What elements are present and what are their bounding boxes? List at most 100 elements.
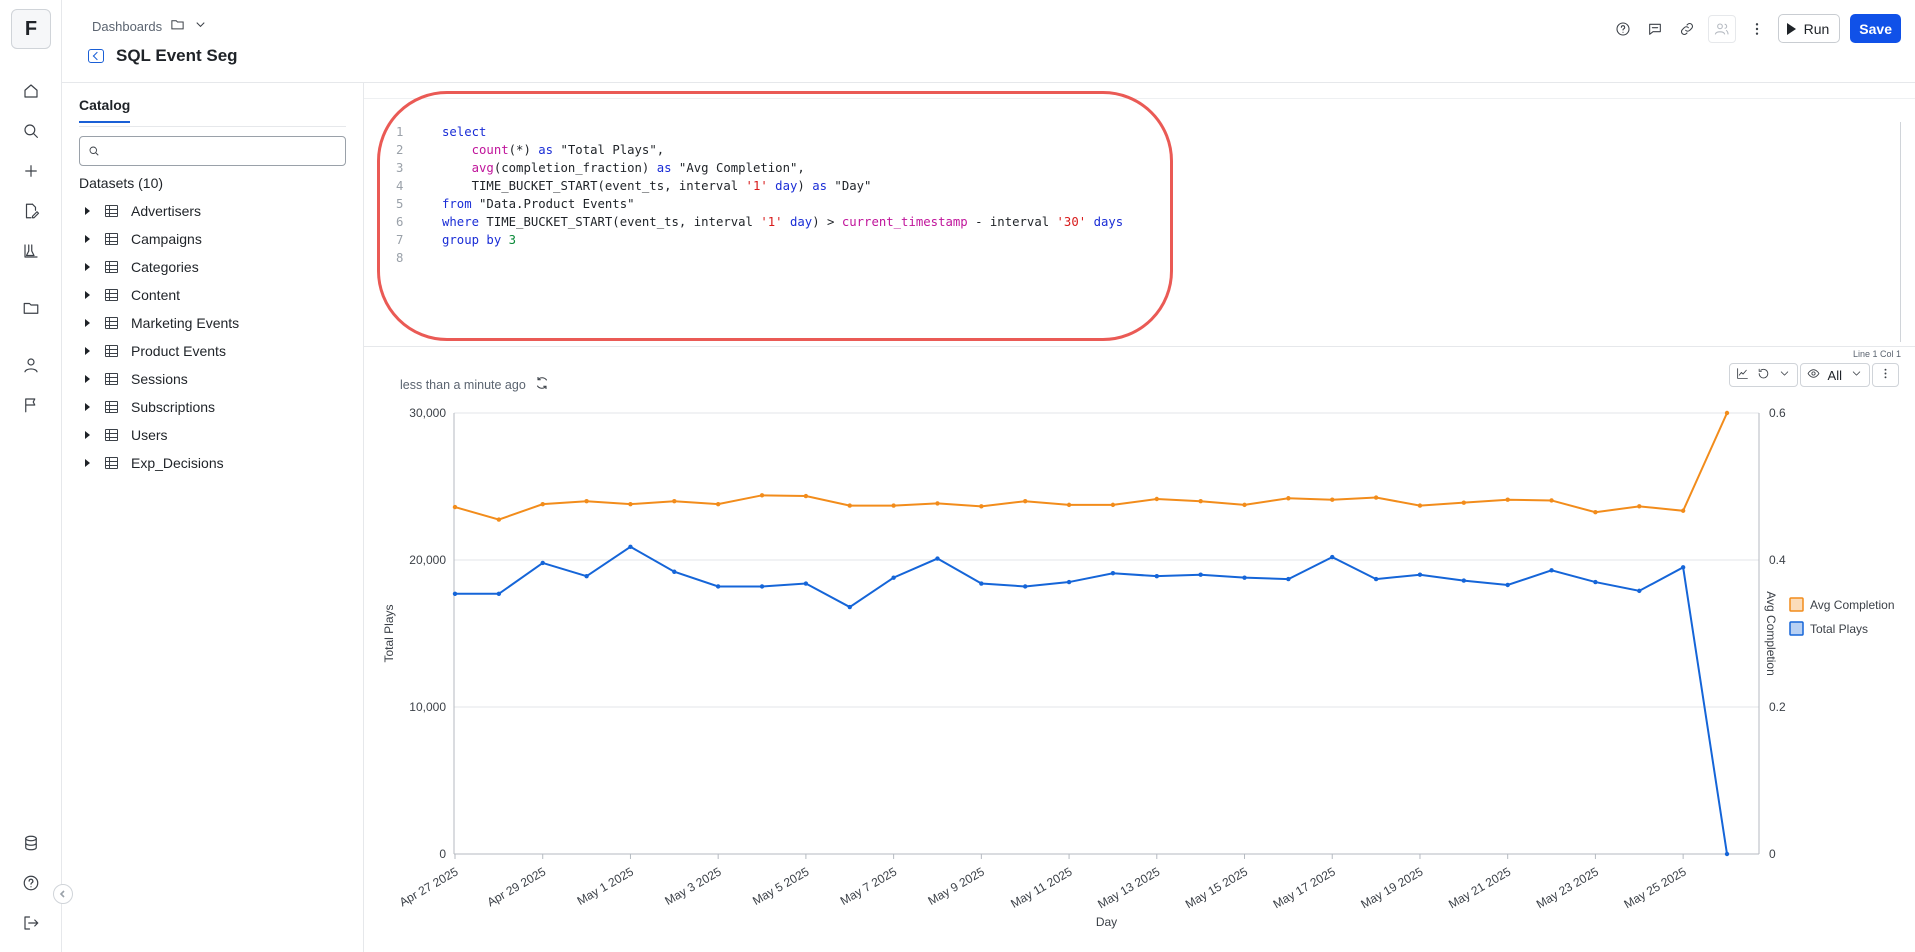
home-icon[interactable] [19,79,43,103]
total-plays-point [1549,568,1554,573]
total-plays-point [1637,588,1642,594]
line-number: 2 [396,143,404,157]
dataset-item[interactable]: Campaigns [79,225,346,253]
chevron-down-icon[interactable] [193,17,208,35]
edit-doc-icon[interactable] [19,199,43,223]
code-token: group by [442,233,502,247]
legend-label: Total Plays [1810,622,1868,636]
run-button[interactable]: Run [1777,14,1841,43]
editor-scrollbar[interactable] [1900,122,1901,342]
table-icon [105,457,118,469]
dataset-item[interactable]: Marketing Events [79,309,346,337]
plus-icon[interactable] [19,159,43,183]
total-plays-point [1373,576,1379,582]
code-line[interactable]: 6 where TIME_BUCKET_START(event_ts, inter… [396,213,1123,231]
run-label: Run [1803,20,1830,37]
code-token: where [442,215,480,229]
code-token: avg [471,161,494,175]
dataset-item[interactable]: Product Events [79,337,346,365]
table-icon [105,317,118,329]
total-plays-point [672,569,677,574]
dataset-item[interactable]: Advertisers [79,197,346,225]
catalog-search-input[interactable] [106,143,336,159]
x-tick-label: May 11 2025 [1008,864,1075,911]
dataset-item[interactable]: Categories [79,253,346,281]
line-number: 1 [396,125,404,139]
total-plays-point [540,560,545,566]
total-plays-point [584,573,589,579]
dataset-item[interactable]: Content [79,281,346,309]
avg-completion-point [1198,499,1203,504]
dataset-item[interactable]: Exp_Decisions [79,449,346,477]
code-area[interactable]: 1 select 2 count (*) as "Total Plays", 3 avg… [396,123,1123,267]
tab-catalog[interactable]: Catalog [79,97,131,123]
dataset-item[interactable]: Sessions [79,365,346,393]
expand-caret-icon[interactable] [85,263,90,271]
y-right-axis-label: Avg Completion [1764,591,1778,676]
expand-caret-icon[interactable] [85,431,90,439]
code-line[interactable]: 4 TIME_BUCKET_START(event_ts, interval '… [396,177,1123,195]
code-token: '1' [745,179,768,193]
expand-caret-icon[interactable] [85,291,90,299]
share-users-icon[interactable] [1707,14,1736,43]
total-plays-point [1417,572,1423,577]
total-plays-point [891,575,896,580]
x-tick-label: May 1 2025 [575,864,637,908]
total-plays-point [715,584,721,589]
save-button[interactable]: Save [1850,14,1901,43]
x-tick-label: Apr 27 2025 [397,864,461,909]
help-icon[interactable] [1612,15,1634,43]
page-title[interactable]: SQL Event Seg [116,46,238,66]
expand-caret-icon[interactable] [85,347,90,355]
avg-completion-point [935,501,940,506]
logout-icon[interactable] [19,911,43,935]
avg-completion-point [452,504,458,510]
code-line[interactable]: 7 group by 3 [396,231,1123,249]
y-right-tick-label: 0 [1769,847,1776,861]
expand-caret-icon[interactable] [85,403,90,411]
catalog-search[interactable] [79,136,346,166]
help-icon[interactable] [19,871,43,895]
total-plays-point [1680,565,1686,570]
comment-icon[interactable] [1644,15,1666,43]
top-bar: Dashboards SQL Event Seg Run Save [62,0,1915,83]
dataset-item[interactable]: Users [79,421,346,449]
x-tick-label: May 7 2025 [838,864,900,908]
results-panel: less than a minute ago All 0 10,000 20,000… [364,347,1915,952]
dataset-item[interactable]: Subscriptions [79,393,346,421]
code-token: as [656,161,672,175]
code-line[interactable]: 2 count (*) as "Total Plays", [396,141,1123,159]
line-number: 6 [396,215,404,229]
breadcrumb-dashboards[interactable]: Dashboards [92,19,162,34]
database-icon[interactable] [19,831,43,855]
code-line[interactable]: 3 avg (completion_fraction) as "Avg Compl… [396,159,1123,177]
expand-caret-icon[interactable] [85,319,90,327]
more-vertical-icon[interactable] [1746,15,1768,43]
expand-caret-icon[interactable] [85,235,90,243]
x-tick-label: May 3 2025 [662,864,724,908]
dataset-name: Content [131,287,181,303]
avg-completion-point [979,504,984,509]
search-icon[interactable] [19,119,43,143]
expand-caret-icon[interactable] [85,375,90,383]
total-plays-point [1330,554,1335,560]
app-logo[interactable]: F [11,9,51,49]
table-icon [105,429,118,441]
dataset-name: Campaigns [131,231,202,247]
expand-caret-icon[interactable] [85,207,90,215]
folder-icon[interactable] [19,296,43,320]
avg-completion-point [1242,502,1247,508]
sql-editor[interactable]: 1 select 2 count (*) as "Total Plays", 3 avg… [364,83,1915,359]
expand-caret-icon[interactable] [85,459,90,467]
code-token: from [442,197,472,211]
lab-icon[interactable] [19,239,43,263]
flag-icon[interactable] [19,393,43,417]
code-line[interactable]: 5 from "Data.Product Events" [396,195,1123,213]
user-icon[interactable] [19,353,43,377]
link-icon[interactable] [1676,15,1698,43]
code-line[interactable]: 8 [396,249,1123,267]
line-chart[interactable]: 0 10,000 20,000 30,000 0 0.2 0.4 0.6 Apr 27 2025… [364,347,1915,952]
code-line[interactable]: 1 select [396,123,1123,141]
folder-icon[interactable] [170,17,185,35]
